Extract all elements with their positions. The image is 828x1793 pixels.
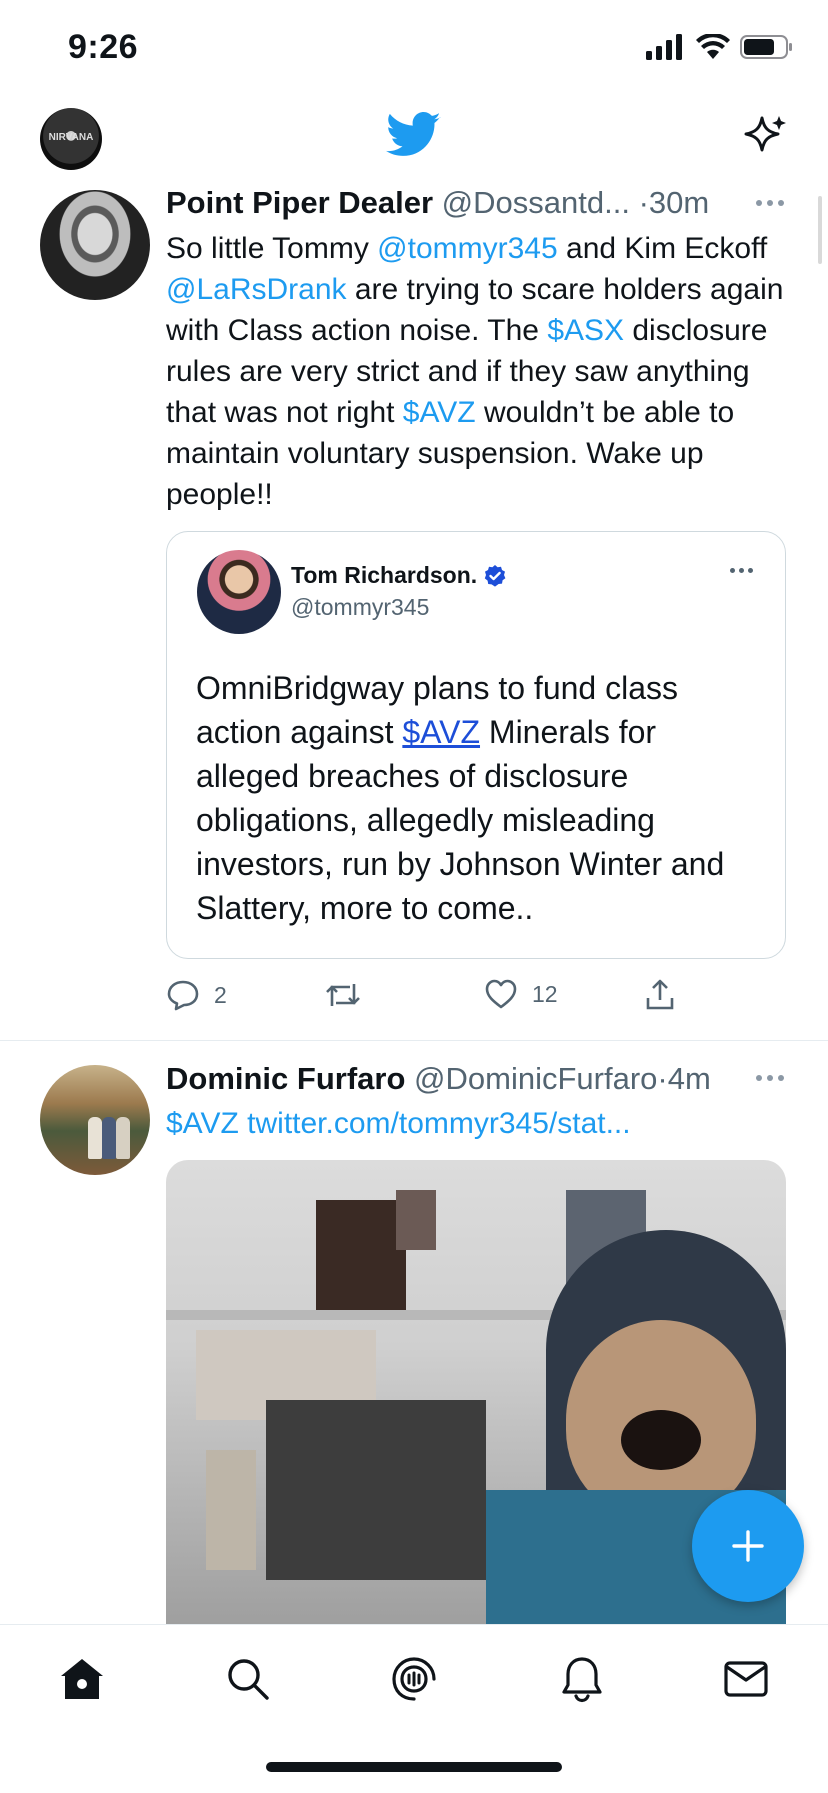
like-count: 12 — [532, 980, 558, 1007]
tweet-age: 4m — [667, 1061, 711, 1096]
like-button[interactable]: 12 — [484, 978, 558, 1010]
author-handle[interactable]: @DominicFurfaro — [414, 1061, 657, 1096]
quoted-tweet-text: OmniBridgway plans to fund class action … — [196, 666, 766, 930]
twitter-bird-icon[interactable] — [386, 112, 442, 158]
separator-dot: · — [638, 185, 649, 220]
mention-link[interactable]: @LaRsDrank — [166, 273, 347, 306]
quoted-author-avatar[interactable] — [197, 550, 281, 634]
retweet-button[interactable] — [324, 978, 376, 1012]
reply-count: 2 — [214, 981, 227, 1008]
author-name[interactable]: Point Piper Dealer — [166, 185, 433, 220]
compose-tweet-button[interactable] — [692, 1490, 804, 1602]
reply-button[interactable]: 2 — [166, 978, 227, 1012]
tweet-more-button[interactable] — [756, 1073, 790, 1083]
notifications-icon — [562, 1657, 602, 1703]
quoted-tweet[interactable]: Tom Richardson. @tommyr345 OmniBridgway … — [166, 531, 786, 959]
profile-avatar-button[interactable]: NIRVANA — [40, 108, 102, 170]
quoted-author-handle[interactable]: @tommyr345 — [291, 594, 429, 621]
tweet-text: $AVZ twitter.com/tommyr345/stat... — [166, 1103, 786, 1144]
cashtag-link[interactable]: $ASX — [547, 314, 624, 347]
tweet-more-button[interactable] — [756, 198, 790, 208]
retweet-icon — [326, 984, 360, 1006]
share-button[interactable] — [644, 978, 676, 1012]
tweet-text-segment: and Kim Eckoff — [557, 232, 768, 265]
quoted-author-name[interactable]: Tom Richardson. — [291, 562, 477, 589]
scrollbar[interactable] — [818, 196, 822, 264]
verified-badge-icon — [484, 564, 506, 587]
tab-messages[interactable] — [718, 1651, 774, 1707]
cashtag-link[interactable]: $AVZ — [166, 1107, 239, 1140]
author-name[interactable]: Dominic Furfaro — [166, 1061, 405, 1096]
status-time: 9:26 — [68, 28, 139, 66]
tweet-divider — [0, 1040, 828, 1041]
tab-notifications[interactable] — [554, 1651, 610, 1707]
separator-dot: · — [657, 1061, 668, 1096]
tweet-author-avatar[interactable] — [40, 1065, 150, 1175]
tweet-url-link[interactable]: twitter.com/tommyr345/stat... — [247, 1107, 630, 1140]
messages-icon — [724, 1661, 768, 1697]
quoted-author-name-row: Tom Richardson. — [291, 562, 507, 589]
spaces-icon — [392, 1657, 436, 1701]
avatar-shirt-text: NIRVANA — [48, 132, 94, 143]
tab-search[interactable] — [220, 1651, 276, 1707]
share-icon — [646, 979, 674, 1010]
tab-home[interactable] — [54, 1651, 110, 1707]
compose-plus-icon — [732, 1530, 764, 1562]
timeline-header: NIRVANA — [0, 100, 828, 180]
tweet-header: Point Piper Dealer @Dossantd... ·30m — [166, 183, 709, 223]
search-icon — [228, 1659, 269, 1700]
cellular-signal-icon — [646, 34, 682, 60]
quoted-more-icon[interactable] — [730, 568, 753, 573]
tab-spaces[interactable] — [386, 1651, 442, 1707]
tweet-author-avatar[interactable] — [40, 190, 150, 300]
cashtag-link[interactable]: $AVZ — [403, 396, 476, 429]
tweet-actions: 2 12 — [166, 978, 766, 1018]
wifi-icon — [696, 34, 730, 59]
tweet-header: Dominic Furfaro @DominicFurfaro·4m — [166, 1059, 711, 1099]
sparkle-icon[interactable] — [742, 112, 790, 160]
tweet-text: So little Tommy @tommyr345 and Kim Eckof… — [166, 228, 786, 515]
reply-icon — [167, 980, 199, 1011]
like-icon — [485, 979, 517, 1009]
status-icons — [646, 34, 794, 60]
tweet-age: 30m — [648, 185, 710, 220]
quoted-cashtag-link[interactable]: $AVZ — [402, 714, 480, 750]
home-indicator[interactable] — [266, 1762, 562, 1772]
battery-icon — [740, 35, 792, 59]
mention-link[interactable]: @tommyr345 — [377, 232, 558, 265]
tweet-text-segment: So little Tommy — [166, 232, 378, 265]
status-bar: 9:26 — [0, 0, 828, 100]
author-handle[interactable]: @Dossantd... — [442, 185, 630, 220]
home-icon — [61, 1659, 103, 1699]
